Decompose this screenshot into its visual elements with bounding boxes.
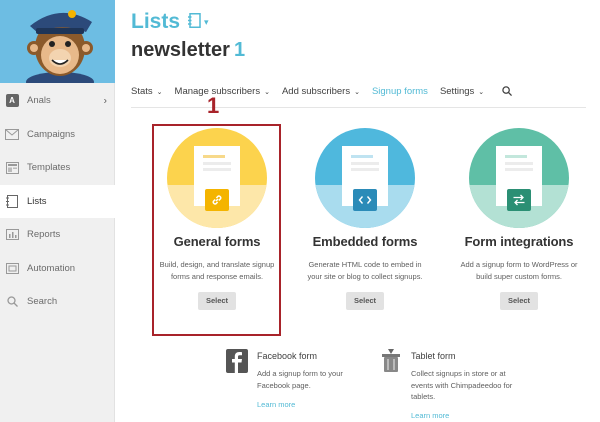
extra-title: Facebook form: [257, 351, 318, 361]
tab-signup-forms[interactable]: Signup forms: [372, 86, 428, 107]
tab-label: Add subscribers: [281, 86, 351, 97]
sidebar-item-label: Anals: [27, 95, 51, 107]
chevron-down-icon: ⌄: [264, 89, 270, 96]
card-description: Generate HTML code to embed in your site…: [307, 260, 423, 281]
select-embedded-forms-button[interactable]: Select: [346, 292, 384, 310]
form-integrations-illustration: [469, 128, 569, 228]
chevron-down-icon[interactable]: ▾: [204, 17, 209, 28]
sidebar-item-account[interactable]: A Anals ›: [0, 84, 115, 118]
tablet-form-section: Tablet form Collect signups in store or …: [380, 349, 515, 422]
sidebar-item-reports[interactable]: Reports: [0, 218, 115, 252]
sidebar-item-label: Campaigns: [27, 128, 76, 140]
select-general-forms-button[interactable]: Select: [198, 292, 236, 310]
learn-more-tablet-link[interactable]: Learn more: [411, 411, 449, 420]
sidebar-item-label: Templates: [27, 162, 71, 174]
tab-manage-subscribers[interactable]: Manage subscribers ⌄: [175, 86, 270, 107]
list-switcher-icon[interactable]: [188, 10, 201, 34]
chevron-down-icon: ⌄: [478, 89, 485, 96]
facebook-form-section: Facebook form Add a signup form to your …: [226, 349, 361, 419]
avatar-letter: A: [5, 94, 19, 108]
facebook-icon: [226, 349, 248, 373]
card-general-forms: General forms Build, design, and transla…: [152, 128, 282, 310]
search-icon[interactable]: [502, 86, 513, 107]
sidebar-item-templates[interactable]: Templates: [0, 151, 115, 185]
envelope-icon: [5, 128, 19, 140]
tab-label: Stats: [131, 86, 153, 97]
list-name-heading: newsletter 1: [131, 39, 245, 62]
sidebar-item-label: Automation: [27, 262, 76, 274]
annotation-number: 1: [207, 93, 220, 118]
embedded-forms-illustration: [315, 128, 415, 228]
sidebar-item-campaigns[interactable]: Campaigns: [0, 118, 115, 152]
list-icon: [5, 194, 19, 208]
mailchimp-logo[interactable]: [0, 0, 115, 83]
extra-description: Add a signup form to your Facebook page.: [257, 369, 343, 390]
account-avatar-icon: A: [5, 94, 19, 108]
sidebar-item-search[interactable]: Search: [0, 285, 115, 319]
select-form-integrations-button[interactable]: Select: [500, 292, 538, 310]
card-title: Form integrations: [464, 234, 574, 249]
chevron-down-icon: ⌄: [156, 89, 163, 96]
tab-label: Signup forms: [371, 86, 428, 97]
sidebar-item-lists[interactable]: Lists: [0, 184, 116, 218]
card-description: Add a signup form to WordPress or build …: [460, 260, 578, 281]
list-tabs: Stats ⌄ Manage subscribers ⌄ Add subscribe…: [131, 86, 586, 108]
general-forms-illustration: [167, 128, 267, 228]
bar-chart-icon: [5, 229, 19, 241]
page-title: Lists ▾: [131, 10, 209, 34]
tab-stats[interactable]: Stats ⌄: [131, 86, 163, 107]
sidebar: A Anals › Campaigns Templates Lists Repo…: [0, 0, 116, 422]
tab-settings[interactable]: Settings ⌄: [440, 86, 484, 107]
card-form-integrations: Form integrations Add a signup form to W…: [454, 128, 584, 310]
list-count: 1: [233, 39, 246, 61]
learn-more-facebook-link[interactable]: Learn more: [257, 400, 295, 409]
sidebar-item-label: Lists: [27, 195, 47, 207]
link-icon: [205, 189, 229, 211]
extra-title: Tablet form: [411, 351, 456, 361]
template-icon: [5, 161, 19, 174]
tab-add-subscribers[interactable]: Add subscribers ⌄: [282, 86, 360, 107]
swap-arrows-icon: [507, 189, 531, 211]
chevron-down-icon: ⌄: [354, 89, 360, 96]
chevron-right-icon: ›: [103, 95, 107, 107]
chimpadeedoo-icon: [380, 349, 402, 373]
extra-description: Collect signups in store or at events wi…: [411, 369, 513, 401]
list-name: newsletter: [131, 39, 230, 61]
card-description: Build, design, and translate signup form…: [159, 260, 275, 281]
code-icon: [353, 189, 377, 211]
card-title: General forms: [173, 234, 261, 249]
card-embedded-forms: Embedded forms Generate HTML code to emb…: [300, 128, 430, 310]
sidebar-nav: A Anals › Campaigns Templates Lists Repo…: [0, 84, 116, 319]
tab-label: Settings: [439, 86, 475, 97]
page-title-text: Lists: [131, 10, 181, 33]
automation-icon: [5, 262, 19, 274]
freddie-logo-icon: [0, 0, 115, 83]
sidebar-item-label: Search: [27, 296, 58, 308]
card-title: Embedded forms: [312, 234, 418, 249]
sidebar-item-label: Reports: [27, 229, 61, 241]
search-icon: [5, 296, 19, 308]
sidebar-item-automation[interactable]: Automation: [0, 252, 115, 286]
